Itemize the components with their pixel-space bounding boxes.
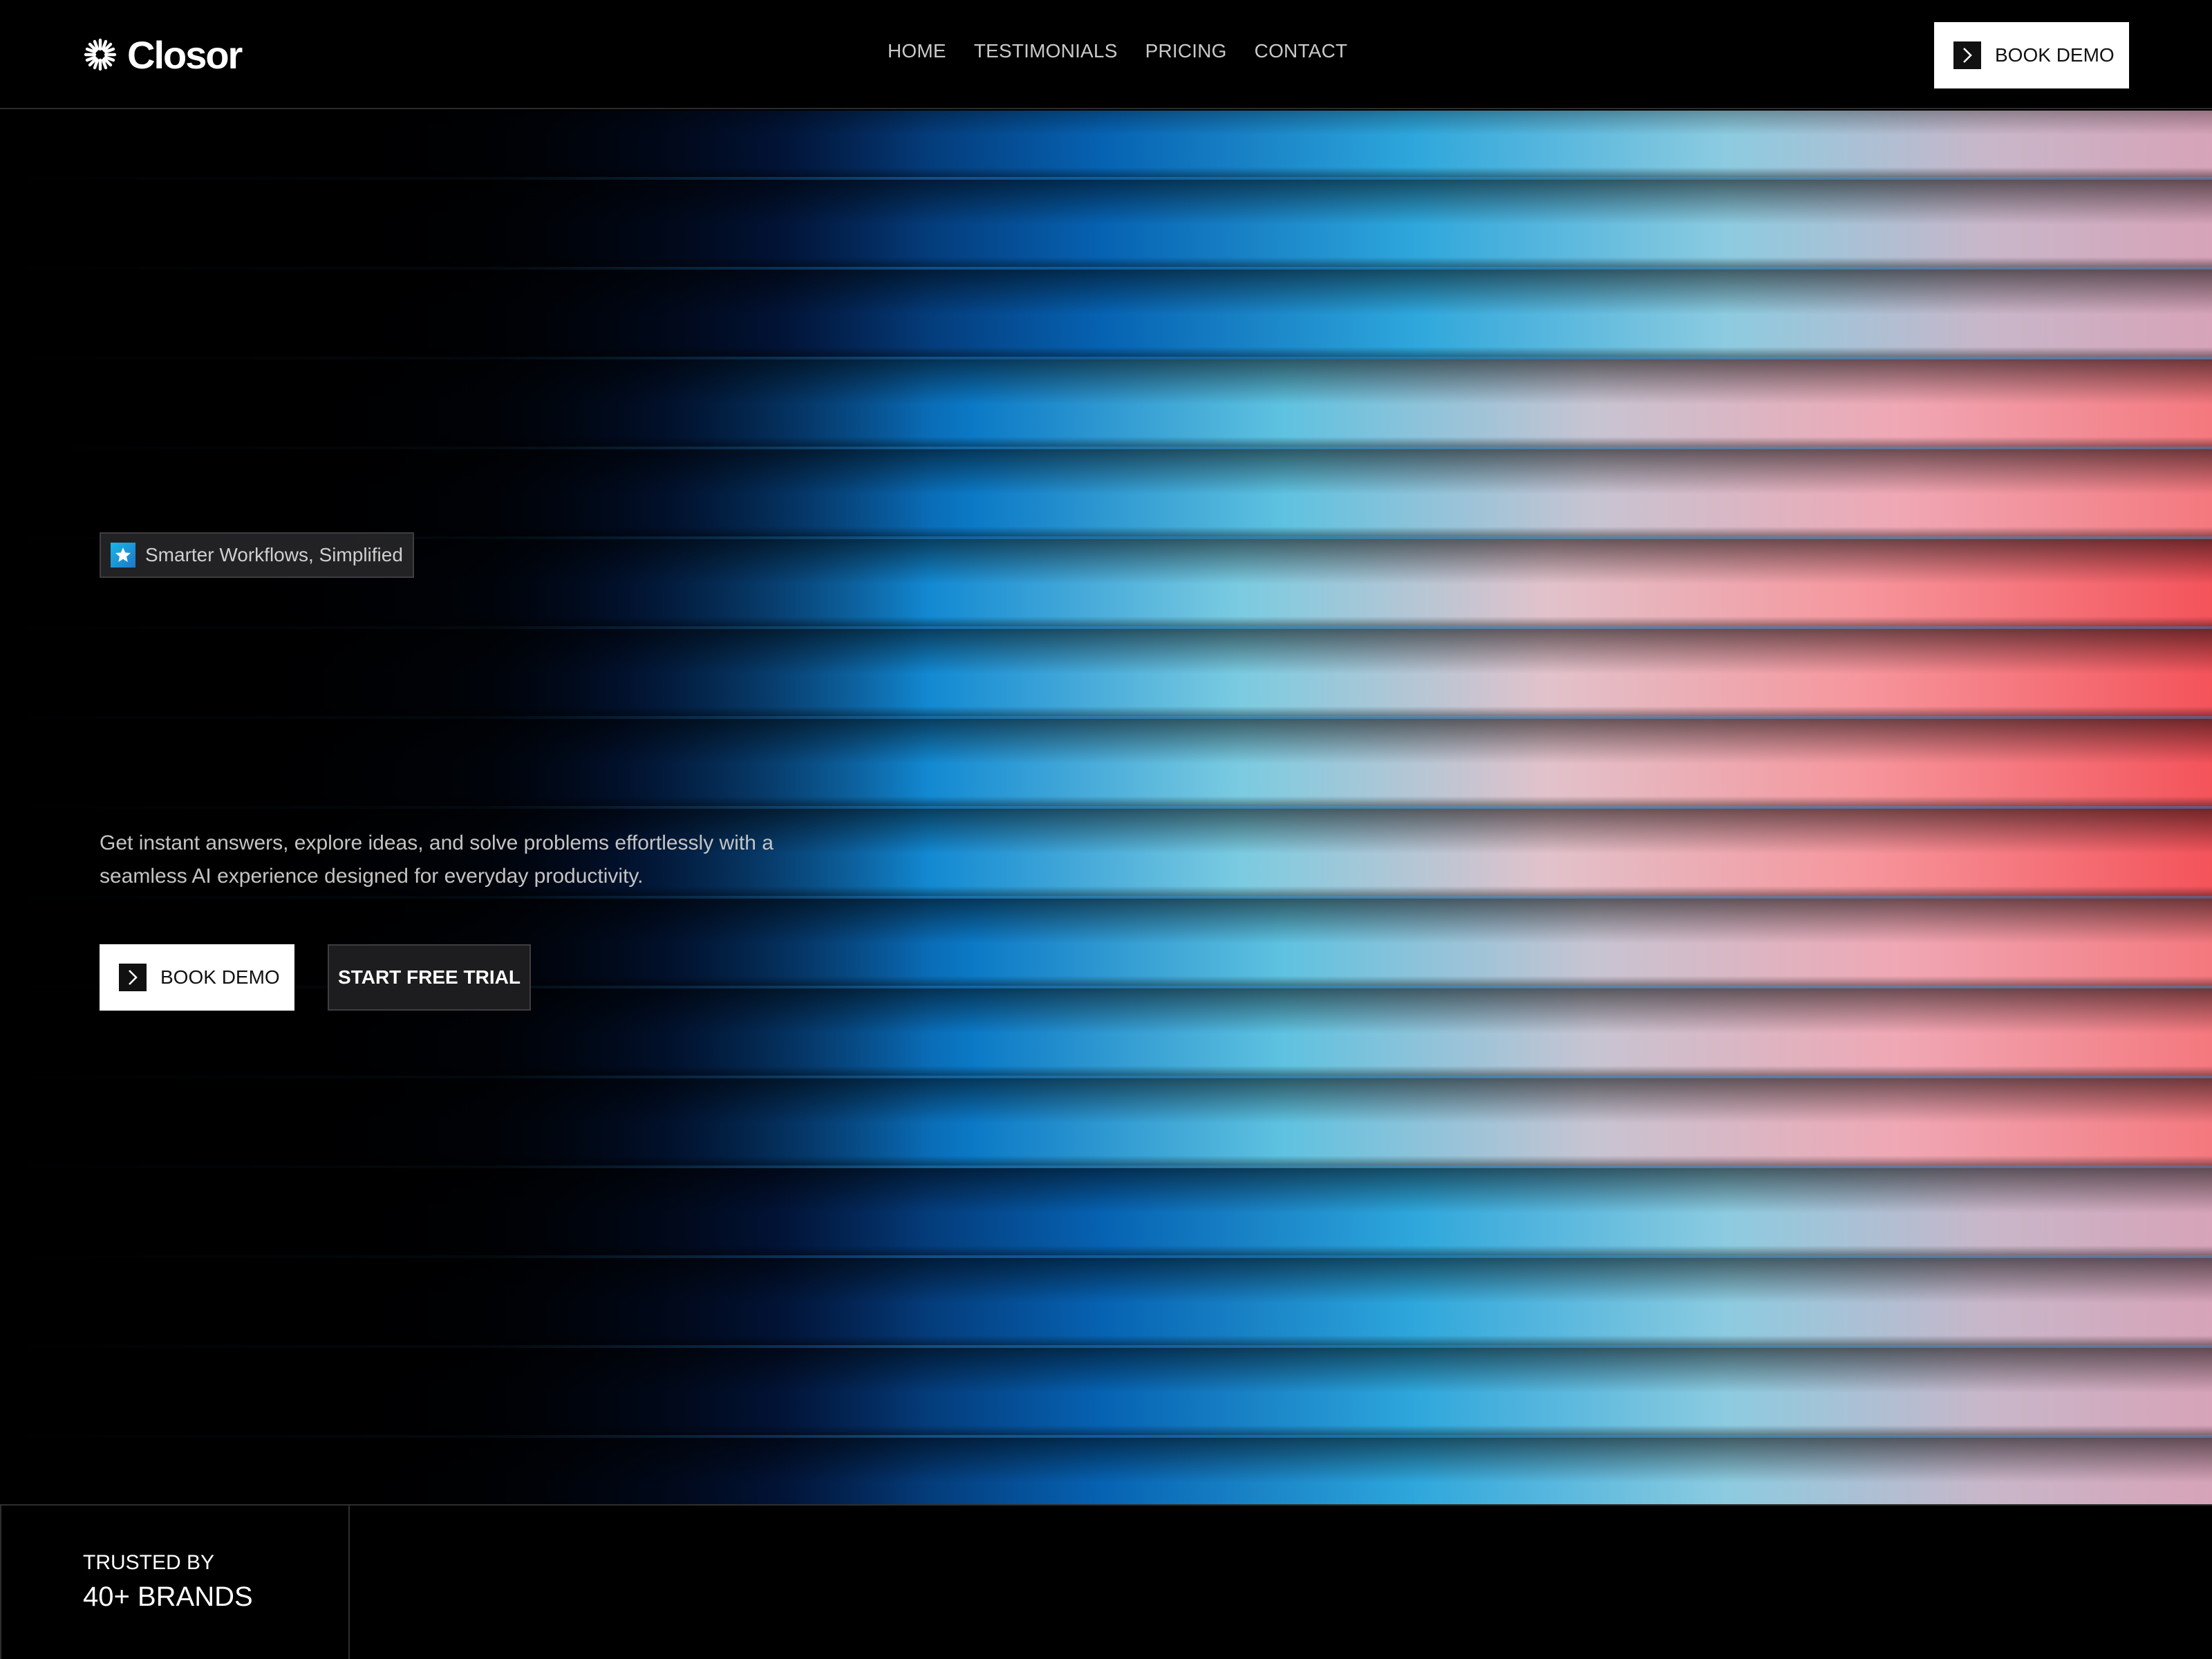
start-free-trial-button[interactable]: START FREE TRIAL <box>328 944 531 1011</box>
hero-book-demo-button[interactable]: BOOK DEMO <box>100 944 294 1011</box>
hero-badge-text: Smarter Workflows, Simplified <box>145 544 403 565</box>
hero-section: Smarter Workflows, Simplified Get instan… <box>0 111 2212 1504</box>
trusted-by-box: TRUSTED BY 40+ BRANDS <box>0 1506 350 1659</box>
hero-book-demo-label: BOOK DEMO <box>160 966 280 988</box>
landing-page: Closor HOME TESTIMONIALS PRICING CONTACT… <box>0 0 2212 1659</box>
nav-testimonials[interactable]: TESTIMONIALS <box>974 40 1118 62</box>
header-book-demo-label: BOOK DEMO <box>1995 44 2115 66</box>
chevron-right-icon <box>1953 41 1981 69</box>
site-header: Closor HOME TESTIMONIALS PRICING CONTACT… <box>0 0 2212 109</box>
nav-pricing[interactable]: PRICING <box>1145 40 1227 62</box>
hero-gradient-background <box>0 111 2212 1504</box>
nav-contact[interactable]: CONTACT <box>1255 40 1348 62</box>
header-book-demo-button[interactable]: BOOK DEMO <box>1934 22 2129 88</box>
logo[interactable]: Closor <box>83 30 243 79</box>
chevron-right-icon <box>119 964 147 991</box>
hero-description: Get instant answers, explore ideas, and … <box>100 832 774 888</box>
nav-home[interactable]: HOME <box>888 40 946 62</box>
main-nav: HOME TESTIMONIALS PRICING CONTACT <box>888 40 1347 62</box>
trusted-by-label: TRUSTED BY <box>83 1551 215 1574</box>
brands-count: 40+ BRANDS <box>83 1582 253 1612</box>
starburst-icon <box>84 38 117 71</box>
star-icon <box>111 543 135 568</box>
logo-text: Closor <box>127 32 243 77</box>
start-free-trial-label: START FREE TRIAL <box>338 966 521 988</box>
trusted-by-bar: TRUSTED BY 40+ BRANDS <box>0 1504 2212 1659</box>
hero-badge: Smarter Workflows, Simplified <box>100 532 414 578</box>
